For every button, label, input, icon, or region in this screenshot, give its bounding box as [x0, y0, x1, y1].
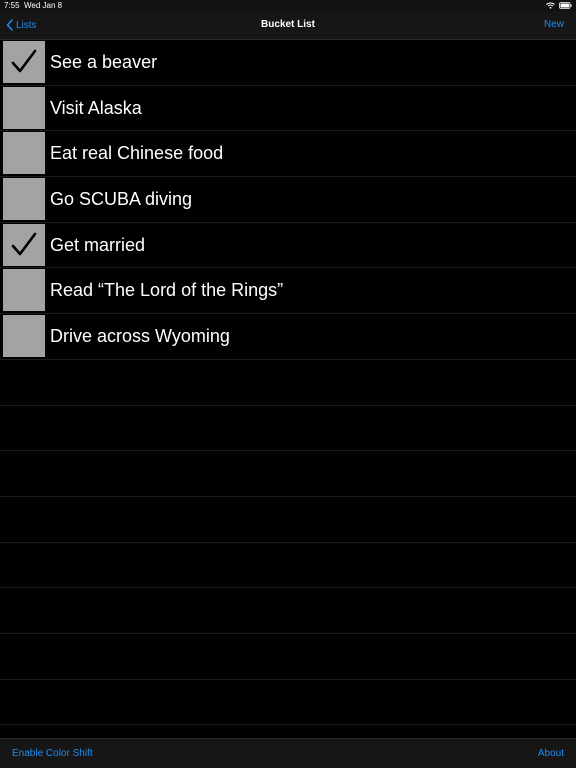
- checkbox[interactable]: [3, 269, 45, 312]
- list-item[interactable]: See a beaver: [0, 40, 576, 86]
- status-time: 7:55: [4, 1, 20, 10]
- list-item[interactable]: Drive across Wyoming: [0, 314, 576, 360]
- checkbox[interactable]: [3, 132, 45, 175]
- bottom-toolbar: Enable Color Shift About: [0, 738, 576, 768]
- checkbox[interactable]: [3, 223, 45, 266]
- checkbox[interactable]: [3, 315, 45, 358]
- list-item[interactable]: Visit Alaska: [0, 86, 576, 132]
- list-item-label: See a beaver: [50, 52, 158, 72]
- enable-color-shift-button[interactable]: Enable Color Shift: [12, 739, 93, 768]
- list-item[interactable]: Get married: [0, 223, 576, 269]
- checkbox[interactable]: [3, 86, 45, 129]
- checkmark-icon: [11, 49, 37, 73]
- empty-row: [0, 406, 576, 452]
- checkmark-icon: [11, 232, 37, 256]
- empty-row: [0, 360, 576, 406]
- checkbox[interactable]: [3, 41, 45, 83]
- empty-row: [0, 634, 576, 680]
- list-item-label: Read “The Lord of the Rings”: [50, 280, 284, 301]
- list-item-label: Eat real Chinese food: [50, 143, 224, 164]
- list-item-label: Get married: [50, 234, 146, 255]
- new-button[interactable]: New: [544, 11, 564, 39]
- back-button-label: Lists: [16, 19, 37, 31]
- list-item-label: Go SCUBA diving: [50, 189, 193, 210]
- battery-icon: [559, 2, 572, 9]
- empty-row: [0, 543, 576, 589]
- empty-row: [0, 588, 576, 634]
- status-icons: [546, 0, 572, 11]
- list-item[interactable]: Eat real Chinese food: [0, 131, 576, 178]
- empty-row: [0, 680, 576, 726]
- bucket-list: See a beaver Visit Alaska Eat real Chine…: [0, 40, 576, 738]
- list-item[interactable]: Read “The Lord of the Rings”: [0, 268, 576, 315]
- status-date: Wed Jan 8: [24, 1, 63, 10]
- wifi-icon: [546, 2, 555, 9]
- list-item[interactable]: Go SCUBA diving: [0, 177, 576, 223]
- status-bar: 7:55 Wed Jan 8: [0, 0, 576, 11]
- checkbox[interactable]: [3, 178, 45, 221]
- list-item-label: Drive across Wyoming: [50, 326, 230, 347]
- about-button[interactable]: About: [538, 739, 564, 768]
- chevron-left-icon: [6, 19, 13, 31]
- empty-row: [0, 451, 576, 497]
- empty-row: [0, 497, 576, 543]
- list-item-label: Visit Alaska: [50, 97, 142, 118]
- page-title: Bucket List: [261, 19, 315, 30]
- navigation-bar: Lists Bucket List New: [0, 11, 576, 40]
- back-button[interactable]: Lists: [6, 11, 37, 39]
- screen: 7:55 Wed Jan 8 Lists Bucket List New See…: [0, 0, 576, 768]
